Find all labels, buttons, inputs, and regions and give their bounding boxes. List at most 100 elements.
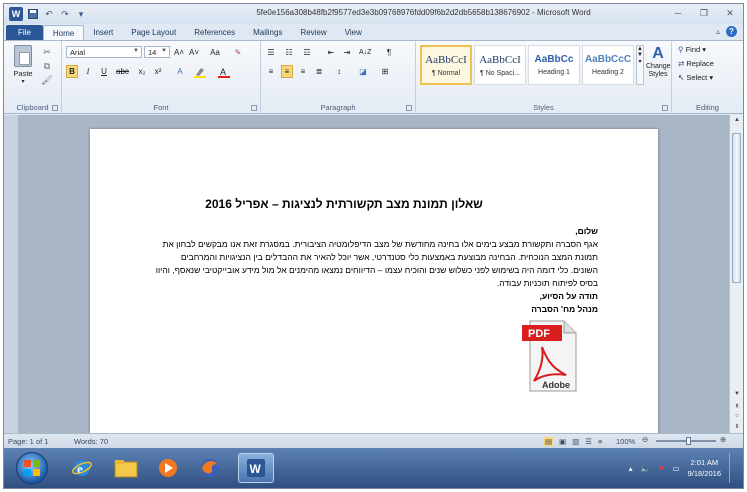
paste-button[interactable]: Paste ▾	[10, 45, 36, 87]
scroll-down-icon[interactable]: ▼	[732, 391, 742, 399]
numbering-icon[interactable]: ☷	[283, 46, 295, 59]
document-page[interactable]: שאלון תמונת מצב תקשורתית לנציגות – אפריל…	[90, 129, 658, 433]
select-button[interactable]: ↖ Select ▾	[678, 73, 713, 82]
minimize-ribbon-icon[interactable]: ▵	[716, 27, 720, 36]
tab-view[interactable]: View	[336, 25, 371, 40]
styles-scroll[interactable]: ▲ ▼ ▾	[636, 45, 644, 85]
multilevel-list-icon[interactable]: ☲	[301, 46, 313, 59]
style-heading-1[interactable]: AaBbCc Heading 1	[528, 45, 580, 85]
scroll-up-icon[interactable]: ▲	[732, 117, 742, 125]
clear-formatting-icon[interactable]: ✎	[232, 46, 244, 59]
start-button[interactable]	[16, 452, 48, 484]
paragraph-launcher-icon[interactable]	[406, 105, 412, 111]
highlight-icon[interactable]	[194, 65, 206, 78]
action-center-icon[interactable]: ▭	[673, 464, 680, 473]
firefox-icon[interactable]	[192, 453, 228, 483]
clock[interactable]: 2:01 AM 9/18/2016	[688, 457, 721, 479]
zoom-level[interactable]: 100%	[616, 437, 635, 446]
tab-mailings[interactable]: Mailings	[244, 25, 291, 40]
justify-icon[interactable]: ≣	[313, 65, 325, 78]
italic-button[interactable]: I	[82, 65, 94, 78]
increase-indent-icon[interactable]: ⇥	[341, 46, 353, 59]
page-count[interactable]: Page: 1 of 1	[8, 437, 48, 446]
clipboard-launcher-icon[interactable]	[52, 105, 58, 111]
outline-icon[interactable]: ☰	[585, 437, 592, 446]
bullets-icon[interactable]: ☰	[265, 46, 277, 59]
word-taskbar-icon[interactable]: W	[238, 453, 274, 483]
show-desktop-button[interactable]	[729, 453, 737, 483]
style-normal[interactable]: AaBbCcI ¶ Normal	[420, 45, 472, 85]
scroll-thumb[interactable]	[732, 133, 741, 283]
customize-qat-icon[interactable]: ▾	[75, 8, 87, 20]
internet-explorer-icon[interactable]: e	[64, 453, 100, 483]
superscript-button[interactable]: x²	[152, 65, 164, 78]
show-hidden-icons-icon[interactable]: ▴	[629, 464, 633, 473]
prev-page-icon[interactable]: ⇞	[732, 403, 742, 411]
shading-icon[interactable]: ◪	[357, 65, 369, 78]
find-button[interactable]: ⚲ Find ▾	[678, 45, 706, 54]
decrease-indent-icon[interactable]: ⇤	[325, 46, 337, 59]
select-label: Select	[686, 73, 708, 82]
format-painter-icon[interactable]: 🖌	[41, 75, 52, 85]
change-styles-button[interactable]: A Change Styles	[646, 45, 671, 79]
close-icon[interactable]: ✕	[723, 7, 737, 19]
volume-icon[interactable]: 🔈	[640, 464, 649, 473]
pdf-attachment-icon[interactable]: PDF Adobe	[520, 317, 580, 395]
tab-file[interactable]: File	[6, 25, 43, 40]
font-color-icon[interactable]: A	[218, 65, 230, 78]
align-right-icon[interactable]: ≡	[297, 65, 309, 78]
browse-object-icon[interactable]: ○	[732, 413, 742, 421]
font-size-combo[interactable]: 14 ▼	[144, 46, 170, 58]
zoom-out-icon[interactable]: ⊖	[642, 435, 648, 444]
web-layout-icon[interactable]: ▥	[572, 437, 579, 446]
tab-insert[interactable]: Insert	[84, 25, 122, 40]
full-screen-icon[interactable]: ▣	[559, 437, 566, 446]
help-icon[interactable]: ?	[726, 26, 737, 37]
word-app-icon[interactable]: W	[9, 7, 23, 21]
save-icon[interactable]	[27, 8, 39, 20]
font-name-value: Arial	[70, 47, 86, 57]
print-layout-icon[interactable]: ▤	[544, 437, 554, 446]
cut-icon[interactable]: ✂	[42, 47, 52, 57]
tab-review[interactable]: Review	[291, 25, 335, 40]
zoom-slider[interactable]	[656, 437, 716, 445]
zoom-thumb[interactable]	[686, 437, 691, 445]
grow-font-button[interactable]: A˄	[173, 46, 185, 59]
sort-button[interactable]: A↓Z	[359, 46, 371, 59]
show-formatting-button[interactable]: ¶	[383, 46, 395, 59]
copy-icon[interactable]: ⧉	[42, 61, 52, 71]
zoom-in-icon[interactable]: ⊕	[720, 435, 726, 444]
strikethrough-button[interactable]: abc	[116, 65, 129, 78]
word-count[interactable]: Words: 70	[74, 437, 108, 446]
font-launcher-icon[interactable]	[251, 105, 257, 111]
style-name: ¶ No Spaci...	[480, 69, 520, 77]
network-icon[interactable]: ⚑	[658, 464, 665, 473]
redo-icon[interactable]: ↷	[59, 8, 71, 20]
style-heading-2[interactable]: AaBbCcC Heading 2	[582, 45, 634, 85]
subscript-button[interactable]: x₂	[136, 65, 148, 78]
borders-icon[interactable]: ⊞	[379, 65, 391, 78]
tab-references[interactable]: References	[185, 25, 244, 40]
line-spacing-icon[interactable]: ↕	[333, 65, 345, 78]
align-left-icon[interactable]: ≡	[265, 65, 277, 78]
change-case-button[interactable]: Aa	[209, 46, 221, 59]
text-effects-icon[interactable]: A	[174, 65, 186, 78]
undo-icon[interactable]: ↶	[43, 8, 55, 20]
style-no-spacing[interactable]: AaBbCcI ¶ No Spaci...	[474, 45, 526, 85]
tab-page-layout[interactable]: Page Layout	[122, 25, 185, 40]
vertical-scrollbar[interactable]: ▲ ▼ ⇞ ○ ⇟	[729, 115, 743, 433]
replace-button[interactable]: ⇄ Replace	[678, 59, 714, 68]
draft-icon[interactable]: ≡	[598, 437, 602, 446]
shrink-font-button[interactable]: A˅	[188, 46, 200, 59]
file-explorer-icon[interactable]	[108, 453, 144, 483]
minimize-icon[interactable]: ─	[671, 7, 685, 19]
align-center-icon[interactable]: ≡	[281, 65, 293, 78]
bold-button[interactable]: B	[66, 65, 78, 78]
next-page-icon[interactable]: ⇟	[732, 423, 742, 431]
tab-home[interactable]: Home	[42, 25, 85, 40]
restore-icon[interactable]: ❐	[697, 7, 711, 19]
media-player-icon[interactable]	[150, 453, 186, 483]
styles-launcher-icon[interactable]	[662, 105, 668, 111]
underline-button[interactable]: U	[98, 65, 110, 78]
font-name-combo[interactable]: Arial ▼	[66, 46, 142, 58]
